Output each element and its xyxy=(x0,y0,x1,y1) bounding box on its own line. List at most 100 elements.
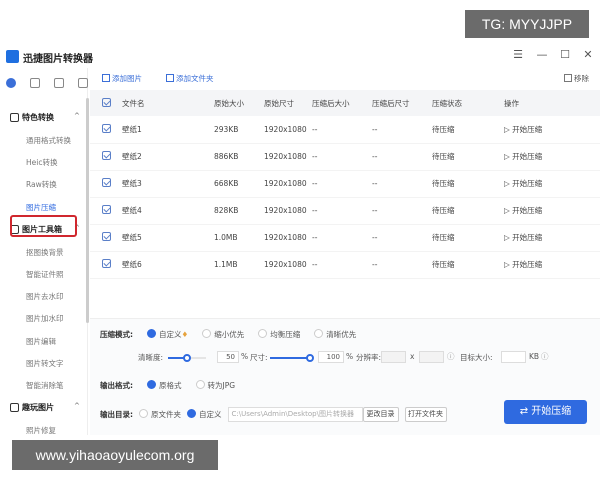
clarity-input[interactable]: 50 xyxy=(217,351,239,363)
format-jpg[interactable]: 转为JPG xyxy=(195,380,235,391)
sidebar-scrollbar[interactable] xyxy=(86,98,89,323)
sidebar-item[interactable]: Heic转换 xyxy=(26,157,57,168)
mode-clarity[interactable]: 清晰优先 xyxy=(314,329,356,340)
cell: -- xyxy=(372,170,432,198)
start-row-button[interactable]: ▷ 开始压缩 xyxy=(504,170,600,198)
cell: 壁纸4 xyxy=(122,197,214,225)
collapse-caret-icon[interactable]: ^ xyxy=(74,402,80,410)
sidebar-item[interactable]: 图片编辑 xyxy=(26,336,56,347)
table-row[interactable]: 壁纸6 1.1MB 1920x1080 -- -- 待压缩 ▷ 开始压缩 xyxy=(90,251,600,279)
dir-custom[interactable]: 自定义 xyxy=(187,409,222,420)
image-icon[interactable] xyxy=(54,78,64,88)
cell: 待压缩 xyxy=(432,251,504,279)
remove-label: 移除 xyxy=(574,74,589,83)
sidebar-tab-icons xyxy=(6,78,88,88)
row-checkbox[interactable] xyxy=(102,151,111,160)
mode-row: 压缩模式: 自定义♦ 缩小优先 均衡压缩 清晰优先 xyxy=(100,329,356,340)
row-checkbox[interactable] xyxy=(102,178,111,187)
remove-button[interactable]: 移除 xyxy=(564,73,589,84)
section-label: 趣玩图片 xyxy=(22,403,54,413)
sidebar-item[interactable]: 图片加水印 xyxy=(26,313,64,324)
clarity-knob[interactable] xyxy=(183,354,191,362)
table-row[interactable]: 壁纸2 886KB 1920x1080 -- -- 待压缩 ▷ 开始压缩 xyxy=(90,143,600,171)
target-input[interactable] xyxy=(501,351,526,363)
start-row-button[interactable]: ▷ 开始压缩 xyxy=(504,197,600,225)
collapse-caret-icon[interactable]: ^ xyxy=(74,112,80,120)
start-row-button[interactable]: ▷ 开始压缩 xyxy=(504,116,600,144)
sidebar-item[interactable]: 通用格式转换 xyxy=(26,135,71,146)
format-row: 输出格式: 原格式 转为JPG xyxy=(100,380,235,391)
app-logo-icon xyxy=(6,50,19,63)
maximize-icon[interactable]: ☐ xyxy=(558,48,572,61)
row-checkbox[interactable] xyxy=(102,232,111,241)
minimize-icon[interactable]: — xyxy=(535,48,549,61)
target-help-icon[interactable]: ⓘ xyxy=(541,351,549,362)
action-label: 开始压缩 xyxy=(512,233,543,242)
sidebar-item[interactable]: 智能消除笔 xyxy=(26,380,64,391)
width-input[interactable] xyxy=(381,351,406,363)
mode-balanced[interactable]: 均衡压缩 xyxy=(258,329,300,340)
sidebar-item[interactable]: 抠图换背景 xyxy=(26,247,64,258)
cell: -- xyxy=(372,224,432,252)
sidebar-item[interactable]: 图片转文字 xyxy=(26,358,64,369)
change-dir-button[interactable]: 更改目录 xyxy=(362,407,399,422)
start-row-button[interactable]: ▷ 开始压缩 xyxy=(504,251,600,279)
format-original[interactable]: 原格式 xyxy=(147,380,182,391)
mode-custom[interactable]: 自定义♦ xyxy=(147,329,188,340)
start-compress-button[interactable]: ⇄ 开始压缩 xyxy=(504,400,587,424)
table-row[interactable]: 壁纸5 1.0MB 1920x1080 -- -- 待压缩 ▷ 开始压缩 xyxy=(90,224,600,252)
table-row[interactable]: 壁纸3 668KB 1920x1080 -- -- 待压缩 ▷ 开始压缩 xyxy=(90,170,600,198)
sidebar-item[interactable]: 智能证件照 xyxy=(26,269,64,280)
add-image-button[interactable]: 添加图片 xyxy=(102,73,142,84)
play-icon: ▷ xyxy=(504,233,513,242)
open-folder-button[interactable]: 打开文件夹 xyxy=(404,407,447,422)
sidebar-item[interactable]: 照片修复 xyxy=(26,425,56,436)
size-input[interactable]: 100 xyxy=(318,351,344,363)
row-checkbox[interactable] xyxy=(102,205,111,214)
trash-icon xyxy=(564,74,572,82)
sidebar-item[interactable]: Raw转换 xyxy=(26,179,57,190)
target-label: 目标大小: xyxy=(460,353,493,362)
folder-plus-icon xyxy=(166,74,174,82)
sidebar-section[interactable]: 趣玩图片 xyxy=(10,402,54,413)
row-checkbox[interactable] xyxy=(102,123,111,133)
table-row[interactable]: 壁纸1 293KB 1920x1080 -- -- 待压缩 ▷ 开始压缩 xyxy=(90,116,600,144)
height-input[interactable] xyxy=(419,351,444,363)
table-row[interactable]: 壁纸4 828KB 1920x1080 -- -- 待压缩 ▷ 开始压缩 xyxy=(90,197,600,225)
section-label: 特色转换 xyxy=(22,113,54,122)
mode-small[interactable]: 缩小优先 xyxy=(202,329,244,340)
col-status: 压缩状态 xyxy=(432,90,504,116)
sidebar-section[interactable]: 特色转换 xyxy=(10,112,54,123)
gallery-icon[interactable] xyxy=(78,78,88,88)
select-all-checkbox[interactable] xyxy=(102,97,111,107)
add-image-label: 添加图片 xyxy=(112,74,142,83)
action-label: 开始压缩 xyxy=(512,179,543,188)
highlight-box xyxy=(10,215,77,237)
cell: 壁纸5 xyxy=(122,224,214,252)
play-icon: ▷ xyxy=(504,124,513,134)
start-row-button[interactable]: ▷ 开始压缩 xyxy=(504,224,600,252)
add-folder-button[interactable]: 添加文件夹 xyxy=(166,73,214,84)
cell: 1.1MB xyxy=(214,251,264,279)
col-orig-size: 原始大小 xyxy=(214,90,264,116)
start-row-button[interactable]: ▷ 开始压缩 xyxy=(504,143,600,171)
row-checkbox[interactable] xyxy=(102,259,111,268)
sidebar-item[interactable]: 图片去水印 xyxy=(26,291,64,302)
col-orig-dim: 原始尺寸 xyxy=(264,90,312,116)
cell: -- xyxy=(312,224,372,252)
app-window: 迅捷图片转换器 ☰ — ☐ ✕ 特色转换 ^ 通用格式转换 Heic转换 Raw转换 图片… xyxy=(0,44,600,435)
clarity-pct: % xyxy=(241,352,249,361)
toolbox-icon[interactable] xyxy=(30,78,40,88)
sidebar-item[interactable]: 图片压缩 xyxy=(26,202,56,213)
cell: 待压缩 xyxy=(432,170,504,198)
plus-icon xyxy=(102,74,110,82)
close-icon[interactable]: ✕ xyxy=(581,48,595,61)
path-input[interactable]: C:\Users\Admin\Desktop\图片转换器 xyxy=(227,407,363,422)
dir-original[interactable]: 原文件夹 xyxy=(139,409,181,420)
menu-icon[interactable]: ☰ xyxy=(511,48,525,61)
size-knob[interactable] xyxy=(306,354,314,362)
help-icon[interactable]: ⓘ xyxy=(447,351,455,362)
size-slider[interactable] xyxy=(270,357,310,359)
home-icon[interactable] xyxy=(6,78,16,88)
watermark-top: TG: MYYJJPP xyxy=(465,10,589,38)
